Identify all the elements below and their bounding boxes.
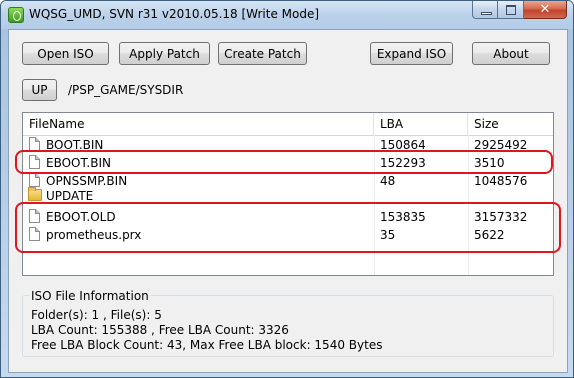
caption-buttons: ✕ [472,1,567,20]
create-patch-button[interactable]: Create Patch [218,42,307,65]
column-header-lba[interactable]: LBA [374,113,468,135]
column-header-size[interactable]: Size [468,113,553,135]
close-button[interactable]: ✕ [524,1,567,19]
iso-info-title: ISO File Information [29,289,151,303]
file-icon [29,173,40,187]
maximize-button[interactable] [498,1,524,19]
column-header-filename[interactable]: FileName [23,113,374,135]
app-window: WQSG_UMD, SVN r31 v2010.05.18 [Write Mod… [0,0,574,378]
info-lba-count: LBA Count: 155388 , Free LBA Count: 3326 [31,323,289,337]
title-bar[interactable]: WQSG_UMD, SVN r31 v2010.05.18 [Write Mod… [1,1,573,29]
info-folder-file-count: Folder(s): 1 , File(s): 5 [31,308,162,322]
client-area: Open ISO Apply Patch Create Patch Expand… [8,29,568,373]
window-title: WQSG_UMD, SVN r31 v2010.05.18 [Write Mod… [29,7,320,21]
about-button[interactable]: About [472,42,550,65]
up-button[interactable]: UP [22,79,57,101]
close-icon: ✕ [539,2,551,17]
folder-row[interactable]: UPDATE [23,187,553,201]
file-list-header: FileName LBA Size [23,113,553,136]
highlight-annotation [15,202,561,253]
file-icon [29,137,40,151]
info-free-block: Free LBA Block Count: 43, Max Free LBA b… [31,338,383,352]
open-iso-button[interactable]: Open ISO [22,42,109,65]
expand-iso-button[interactable]: Expand ISO [370,42,453,65]
folder-name: UPDATE [46,189,94,201]
folder-icon [28,187,42,201]
highlight-annotation [15,150,553,174]
app-icon[interactable] [8,7,24,23]
current-path: /PSP_GAME/SYSDIR [68,83,184,97]
apply-patch-button[interactable]: Apply Patch [119,42,210,65]
minimize-button[interactable] [472,1,498,19]
